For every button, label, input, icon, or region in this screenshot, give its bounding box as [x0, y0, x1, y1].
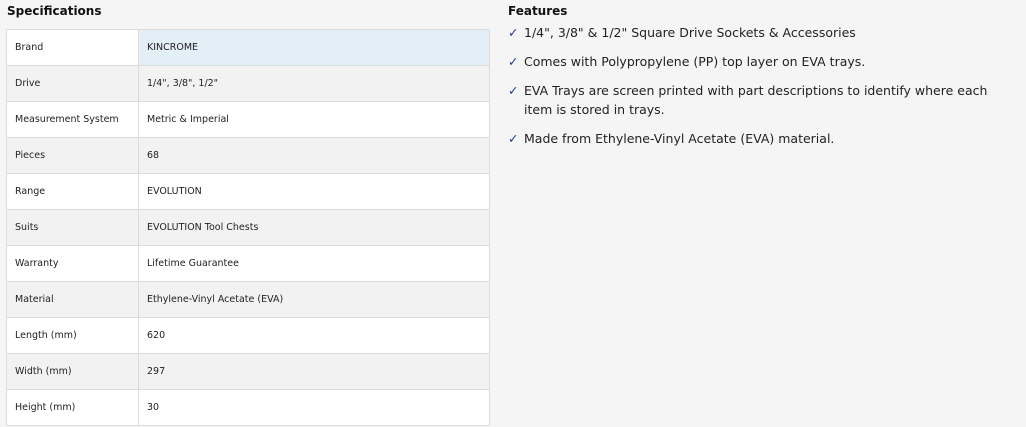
spec-value: 30 [138, 389, 490, 426]
spec-label: Width (mm) [6, 353, 139, 390]
spec-label: Warranty [6, 245, 139, 282]
spec-label: Length (mm) [6, 317, 139, 354]
spec-row: Brand KINCROME [6, 29, 490, 66]
spec-row: Measurement System Metric & Imperial [6, 101, 490, 138]
features-title: Features [508, 4, 568, 18]
feature-text: Made from Ethylene-Vinyl Acetate (EVA) m… [524, 131, 835, 146]
spec-label: Measurement System [6, 101, 139, 138]
spec-row: Height (mm) 30 [6, 389, 490, 426]
check-icon: ✓ [508, 54, 519, 69]
spec-value: KINCROME [138, 29, 490, 66]
spec-label: Material [6, 281, 139, 318]
check-icon: ✓ [508, 25, 519, 40]
feature-text: EVA Trays are screen printed with part d… [524, 83, 988, 117]
features-section: Features ✓ 1/4", 3/8" & 1/2" Square Drive… [508, 4, 1008, 158]
spec-row: Width (mm) 297 [6, 353, 490, 390]
spec-value: Metric & Imperial [138, 101, 490, 138]
spec-row: Pieces 68 [6, 137, 490, 174]
feature-item: ✓ 1/4", 3/8" & 1/2" Square Drive Sockets … [508, 23, 1008, 42]
spec-label: Height (mm) [6, 389, 139, 426]
spec-row: Range EVOLUTION [6, 173, 490, 210]
spec-label: Brand [6, 29, 139, 66]
features-list: ✓ 1/4", 3/8" & 1/2" Square Drive Sockets … [508, 23, 1008, 148]
spec-row: Suits EVOLUTION Tool Chests [6, 209, 490, 246]
feature-text: Comes with Polypropylene (PP) top layer … [524, 54, 866, 69]
specifications-table: Brand KINCROME Drive 1/4", 3/8", 1/2" Measur… [6, 29, 490, 426]
feature-text: 1/4", 3/8" & 1/2" Square Drive Sockets &… [524, 25, 856, 40]
specifications-title: Specifications [7, 4, 102, 18]
spec-label: Suits [6, 209, 139, 246]
spec-row: Length (mm) 620 [6, 317, 490, 354]
spec-value: 297 [138, 353, 490, 390]
spec-row: Drive 1/4", 3/8", 1/2" [6, 65, 490, 102]
product-details: Specifications Brand KINCROME Drive 1/4", 3… [0, 0, 1026, 427]
spec-label: Drive [6, 65, 139, 102]
spec-value: 1/4", 3/8", 1/2" [138, 65, 490, 102]
spec-row: Material Ethylene-Vinyl Acetate (EVA) [6, 281, 490, 318]
spec-value: Ethylene-Vinyl Acetate (EVA) [138, 281, 490, 318]
spec-value: EVOLUTION [138, 173, 490, 210]
spec-value: 68 [138, 137, 490, 174]
spec-label: Range [6, 173, 139, 210]
spec-value: 620 [138, 317, 490, 354]
check-icon: ✓ [508, 131, 519, 146]
spec-label: Pieces [6, 137, 139, 174]
spec-value: EVOLUTION Tool Chests [138, 209, 490, 246]
check-icon: ✓ [508, 83, 519, 98]
feature-item: ✓ EVA Trays are screen printed with part … [508, 81, 1008, 119]
feature-item: ✓ Made from Ethylene-Vinyl Acetate (EVA) … [508, 129, 1008, 148]
spec-value: Lifetime Guarantee [138, 245, 490, 282]
spec-row: Warranty Lifetime Guarantee [6, 245, 490, 282]
feature-item: ✓ Comes with Polypropylene (PP) top layer… [508, 52, 1008, 71]
